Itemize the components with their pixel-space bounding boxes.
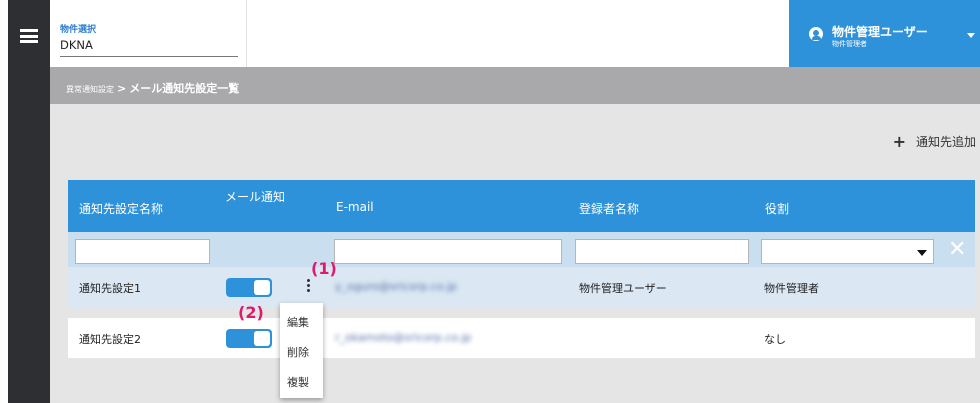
- property-select-label: 物件選択: [60, 25, 97, 35]
- table-row[interactable]: 通知先設定2 r_okamoto@sricorp.co.jp なし: [68, 318, 975, 358]
- user-circle-icon: [809, 27, 823, 41]
- breadcrumb-separator: >: [117, 82, 127, 95]
- mail-notify-toggle[interactable]: [226, 329, 272, 348]
- table-header: 通知先設定名称 メール通知 E-mail 登録者名称 役割: [68, 180, 975, 232]
- table-row[interactable]: 通知先設定1 y_oguro@sricorp.co.jp 物件管理ユーザー 物件…: [68, 267, 975, 307]
- close-icon[interactable]: ✕: [948, 237, 966, 262]
- add-recipient-button[interactable]: + 通知先追加: [893, 132, 976, 151]
- annotation-1: (1): [311, 259, 337, 278]
- app-header: 物件選択 DKNA 物件管理ユーザー 物件管理者: [50, 0, 980, 67]
- row-email: y_oguro@sricorp.co.jp: [335, 280, 457, 293]
- menu-item-duplicate[interactable]: 複製: [287, 374, 309, 390]
- hamburger-menu-icon[interactable]: [20, 29, 38, 43]
- row-role: なし: [764, 333, 786, 346]
- filter-role-select[interactable]: [761, 239, 934, 264]
- chevron-down-icon[interactable]: [967, 33, 975, 38]
- property-select[interactable]: 物件選択 DKNA: [60, 22, 238, 57]
- column-header-registrant[interactable]: 登録者名称: [579, 200, 639, 217]
- sidebar: [8, 0, 50, 403]
- filter-row: ✕: [68, 232, 975, 267]
- column-header-name[interactable]: 通知先設定名称: [79, 200, 163, 217]
- breadcrumb-current: メール通知先設定一覧: [129, 82, 240, 95]
- menu-item-delete[interactable]: 削除: [287, 344, 309, 360]
- row-role: 物件管理者: [764, 282, 819, 295]
- annotation-2: (2): [238, 303, 264, 322]
- column-header-mail-notify[interactable]: メール通知: [225, 189, 287, 205]
- kebab-menu-icon[interactable]: [305, 279, 311, 297]
- breadcrumb-parent[interactable]: 異常通知設定: [66, 85, 114, 94]
- user-name: 物件管理ユーザー: [832, 25, 928, 39]
- plus-icon: +: [892, 132, 906, 151]
- user-menu[interactable]: 物件管理ユーザー 物件管理者: [789, 0, 980, 67]
- toggle-knob: [254, 331, 270, 346]
- dropdown-caret-icon: [917, 250, 927, 256]
- row-registrant: 物件管理ユーザー: [579, 282, 667, 295]
- filter-name-input[interactable]: [75, 239, 210, 264]
- row-name: 通知先設定2: [79, 333, 141, 346]
- add-recipient-label: 通知先追加: [915, 135, 976, 149]
- user-role: 物件管理者: [832, 40, 867, 48]
- main-content: + 通知先追加 通知先設定名称 メール通知 E-mail 登録者名称 役割 ✕ 通…: [50, 104, 980, 403]
- filter-email-input[interactable]: [334, 239, 562, 264]
- mail-notify-toggle[interactable]: [226, 278, 272, 297]
- breadcrumb-bar: 異常通知設定 > メール通知先設定一覧: [50, 67, 980, 104]
- breadcrumb: 異常通知設定 > メール通知先設定一覧: [66, 80, 239, 96]
- row-email: r_okamoto@sricorp.co.jp: [335, 331, 472, 344]
- column-header-email[interactable]: E-mail: [336, 200, 374, 214]
- property-select-value[interactable]: DKNA: [60, 36, 238, 57]
- row-context-menu: 編集 削除 複製: [280, 303, 323, 398]
- menu-item-edit[interactable]: 編集: [287, 314, 309, 330]
- toggle-knob: [254, 280, 270, 295]
- filter-registrant-input[interactable]: [575, 239, 749, 264]
- column-header-role[interactable]: 役割: [765, 200, 789, 217]
- header-divider: [246, 0, 247, 67]
- row-name: 通知先設定1: [79, 282, 141, 295]
